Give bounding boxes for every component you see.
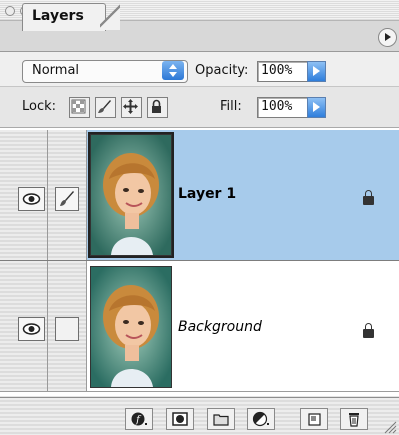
triangle-right-icon [313,66,320,76]
checker-icon [71,99,86,114]
lock-icon [363,323,374,338]
blend-mode-value: Normal [32,63,80,78]
tab-edge [100,3,120,30]
chevron-down-icon [169,72,177,77]
fill-slider-button[interactable] [307,97,326,118]
triangle-right-icon [313,102,320,112]
portrait-image [91,267,171,387]
new-layer-button[interactable] [300,408,328,430]
palette-menu-button[interactable] [378,28,397,47]
fill-label: Fill: [220,99,242,114]
add-layer-mask-button[interactable] [166,408,194,430]
layer-thumbnail[interactable] [90,266,172,388]
move-icon [123,99,138,114]
layer-row[interactable]: Background [0,261,399,392]
fill-value: 100% [261,99,293,114]
lock-pixels-button[interactable] [95,97,116,118]
lock-icon [152,99,161,113]
layer-row[interactable]: Layer 1 [0,130,399,261]
layers-palette: Layers Normal Opacity: 100% Lock: Fill: … [0,0,399,435]
portrait-image [91,135,171,255]
lock-label: Lock: [22,99,57,114]
layer-style-button[interactable]: f [125,408,153,430]
brush-icon [98,100,111,113]
resize-grip-icon[interactable] [383,420,397,434]
folder-icon [213,414,229,426]
lock-row [0,87,399,128]
layer-thumbnail[interactable] [88,132,174,258]
lock-icon [363,190,374,205]
mask-icon [172,412,188,426]
close-window-button[interactable] [5,6,15,16]
lock-position-button[interactable] [121,97,142,118]
layer-link-toggle[interactable] [55,187,79,211]
opacity-value: 100% [261,63,293,78]
delete-layer-button[interactable] [340,408,368,430]
lock-all-button[interactable] [147,97,168,118]
eye-icon [22,323,41,335]
new-adjustment-layer-button[interactable] [247,408,275,430]
opacity-slider-button[interactable] [307,61,326,82]
layer-link-toggle[interactable] [55,317,79,341]
eye-icon [22,193,41,205]
trash-icon [349,413,359,427]
column-divider [47,261,48,391]
half-circle-icon [252,411,269,427]
blend-mode-dropdown-button[interactable] [162,61,184,80]
layer-name[interactable]: Background [178,319,262,335]
lock-transparency-button[interactable] [69,97,90,118]
layer-name[interactable]: Layer 1 [178,186,236,202]
tab-label: Layers [32,8,84,24]
new-page-icon [308,413,321,426]
opacity-label: Opacity: [195,63,249,78]
layer-style-icon: f [131,412,147,426]
column-divider [47,130,48,260]
brush-icon [60,191,74,206]
new-layer-set-button[interactable] [207,408,235,430]
chevron-up-icon [169,64,177,69]
visibility-toggle[interactable] [18,187,45,211]
visibility-toggle[interactable] [18,317,45,341]
chevron-right-icon [385,33,391,41]
